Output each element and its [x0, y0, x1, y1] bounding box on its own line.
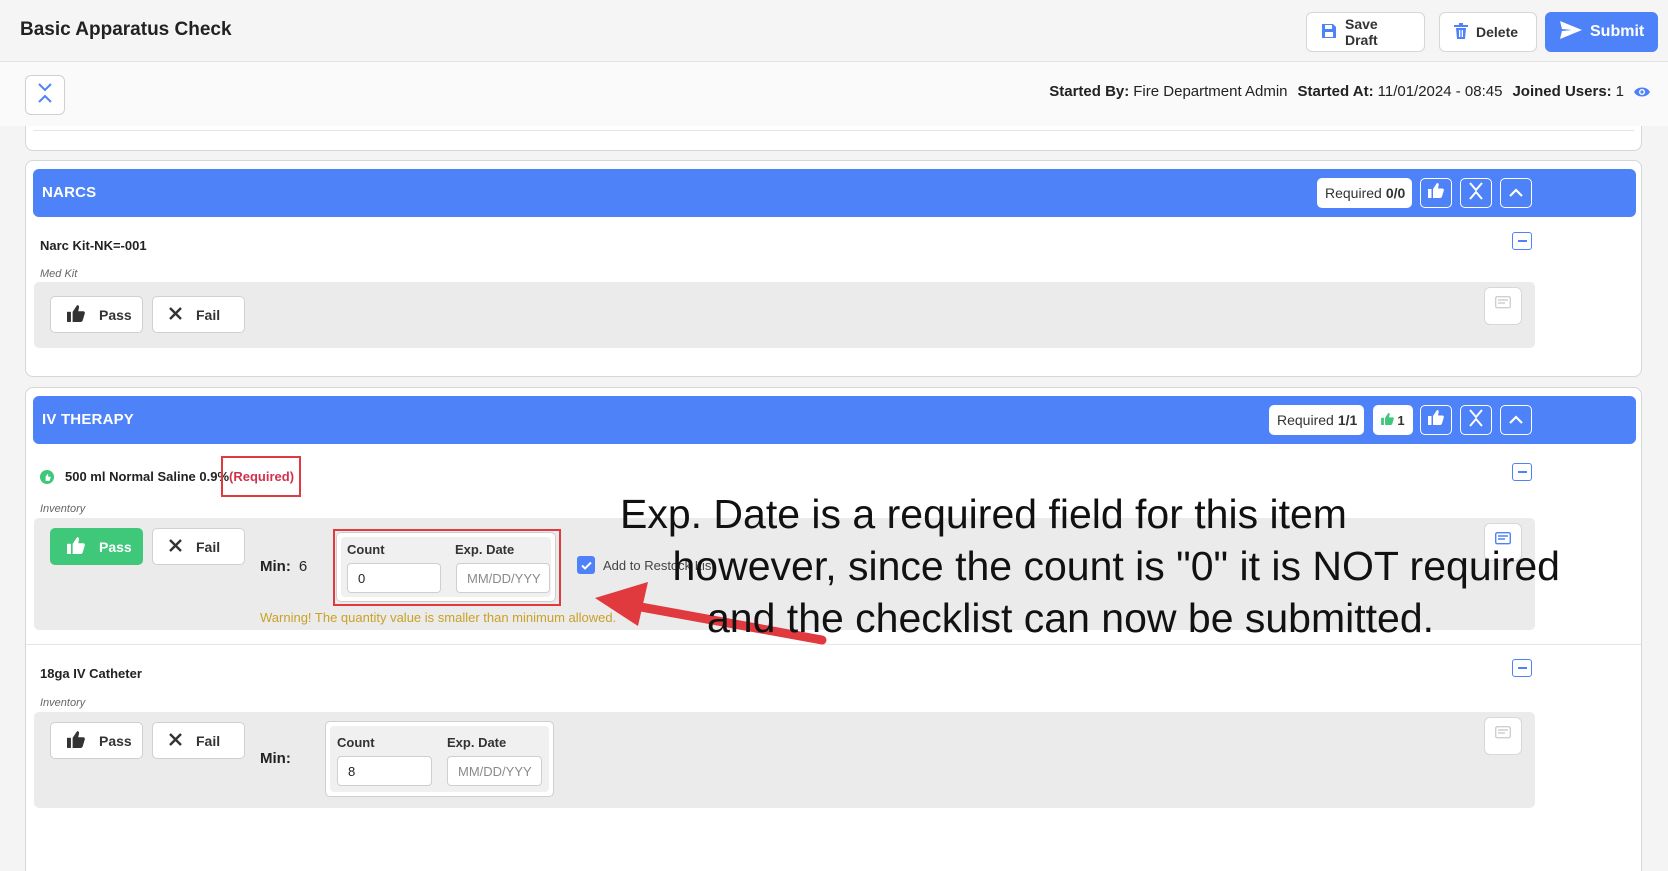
thumbs-up-icon — [67, 304, 85, 325]
item-type: Med Kit — [40, 268, 78, 280]
pass-count-badge: 1 — [1373, 405, 1413, 435]
pass-button[interactable]: Pass — [50, 722, 143, 759]
joined-users-value: 1 — [1615, 83, 1624, 100]
fail-button[interactable]: Fail — [152, 722, 245, 759]
collapse-item-button[interactable] — [1512, 463, 1532, 481]
section-header: IV THERAPY Required 1/1 1 — [33, 396, 1636, 444]
thumbs-up-icon — [1428, 183, 1444, 203]
send-icon — [1560, 20, 1582, 44]
submit-button[interactable]: Submit — [1545, 12, 1658, 52]
inventory-fields: Count Exp. Date 8 MM/DD/YYY — [325, 721, 554, 797]
collapse-item-button[interactable] — [1512, 659, 1532, 677]
count-input[interactable]: 8 — [337, 756, 432, 786]
save-draft-button[interactable]: Save Draft — [1306, 12, 1425, 52]
exp-date-input[interactable]: MM/DD/YYY — [447, 756, 542, 786]
item-title: Narc Kit-NK=-001 — [40, 238, 147, 253]
thumbs-up-icon — [1381, 412, 1395, 428]
close-icon — [169, 538, 182, 555]
section-header: NARCS Required 0/0 — [33, 169, 1636, 217]
collapse-section-button[interactable] — [1500, 178, 1532, 208]
item-type: Inventory — [40, 697, 86, 709]
required-counter: Required 1/1 — [1269, 405, 1364, 435]
thumbs-up-icon — [67, 730, 85, 751]
item-type: Inventory — [40, 503, 86, 515]
chevron-up-icon — [1509, 411, 1523, 429]
collapse-section-button[interactable] — [1500, 405, 1532, 435]
exp-date-label: Exp. Date — [447, 735, 507, 750]
delete-label: Delete — [1476, 24, 1519, 40]
item-title: 18ga IV Catheter — [40, 666, 142, 681]
started-at-value: 11/01/2024 - 08:45 — [1377, 83, 1503, 100]
thumbs-up-icon — [1428, 410, 1444, 430]
trash-icon — [1454, 22, 1468, 42]
section-narcs: NARCS Required 0/0 Narc Kit-NK=-001 Med K… — [25, 160, 1642, 377]
section-title: NARCS — [42, 184, 97, 201]
started-by-value: Fire Department Admin — [1133, 83, 1288, 100]
highlight-required-tag — [221, 456, 301, 497]
section-title: IV THERAPY — [42, 411, 135, 428]
add-note-button[interactable] — [1484, 287, 1522, 325]
highlight-fields — [333, 529, 561, 606]
delete-button[interactable]: Delete — [1439, 12, 1537, 52]
annotation-text: Exp. Date is a required field for this i… — [620, 491, 1560, 641]
minimum-quantity: Min: — [260, 750, 291, 767]
close-icon — [169, 306, 182, 323]
completed-status-icon — [40, 470, 54, 484]
previous-section-card — [25, 126, 1642, 151]
pass-button[interactable]: Pass — [50, 528, 143, 565]
page-title: Basic Apparatus Check — [20, 19, 232, 40]
save-draft-label: Save Draft — [1345, 16, 1378, 48]
count-label: Count — [337, 735, 375, 750]
joined-users-label: Joined Users: — [1512, 83, 1612, 100]
expand-collapse-items-button[interactable] — [1460, 405, 1492, 435]
pass-all-button[interactable] — [1420, 405, 1452, 435]
note-icon — [1494, 725, 1512, 746]
pass-button[interactable]: Pass — [50, 296, 143, 333]
collapse-icon — [1468, 181, 1484, 206]
item-body: Pass Fail Min: Count Exp. Date 8 MM/DD/Y… — [34, 712, 1535, 808]
collapse-item-button[interactable] — [1512, 232, 1532, 250]
floppy-disk-icon — [1321, 23, 1337, 42]
minimum-quantity: Min: 6 — [260, 558, 308, 575]
thumbs-up-icon — [67, 536, 85, 557]
started-at-label: Started At: — [1297, 83, 1374, 100]
fail-button[interactable]: Fail — [152, 528, 245, 565]
add-note-button[interactable] — [1484, 717, 1522, 755]
expand-collapse-items-button[interactable] — [1460, 178, 1492, 208]
eye-icon[interactable] — [1634, 86, 1650, 98]
note-icon — [1494, 295, 1512, 316]
collapse-icon — [1468, 408, 1484, 433]
item-body: Pass Fail — [34, 282, 1535, 348]
collapse-all-button[interactable] — [25, 75, 65, 115]
chevron-up-icon — [1509, 184, 1523, 202]
pass-all-button[interactable] — [1420, 178, 1452, 208]
checklist-meta: Started By: Fire Department Admin Starte… — [1049, 83, 1650, 100]
submit-label: Submit — [1590, 23, 1645, 40]
required-counter: Required 0/0 — [1317, 178, 1412, 208]
started-by-label: Started By: — [1049, 83, 1130, 100]
close-icon — [169, 732, 182, 749]
top-bar: Basic Apparatus Check Save Draft Delete … — [0, 0, 1668, 62]
collapse-icon — [37, 82, 53, 109]
fail-button[interactable]: Fail — [152, 296, 245, 333]
info-bar: Started By: Fire Department Admin Starte… — [0, 62, 1668, 126]
